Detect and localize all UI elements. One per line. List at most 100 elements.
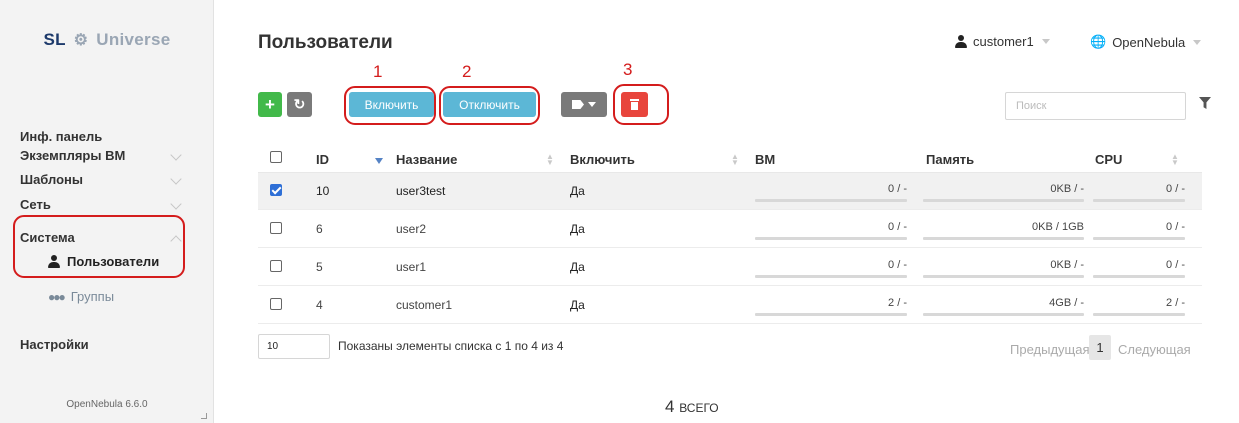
cell-cpu-quota: 0 / -: [1166, 221, 1185, 233]
annotation-number-1: 1: [373, 62, 383, 81]
sidebar-item-label: Инф. панель: [20, 129, 103, 144]
tag-icon: [572, 100, 584, 109]
cell-cpu-quota: 0 / -: [1166, 183, 1185, 195]
refresh-button[interactable]: ↻: [287, 92, 312, 117]
logo-sl-text: SL: [43, 30, 66, 49]
memory-quota-bar: [923, 199, 1084, 202]
cell-vm-quota: 0 / -: [888, 221, 907, 233]
logo-swirl-icon: ⚙: [73, 32, 89, 49]
search-placeholder: Поиск: [1016, 100, 1047, 112]
cell-name: user2: [396, 222, 427, 236]
user-name: customer1: [973, 34, 1034, 49]
sidebar-item-label: Экземпляры ВМ: [20, 148, 126, 163]
row-checkbox[interactable]: [270, 222, 282, 234]
cell-name: customer1: [396, 298, 453, 312]
add-user-button[interactable]: +: [258, 92, 282, 117]
sidebar-item-templates[interactable]: Шаблоны: [20, 172, 182, 187]
table-row[interactable]: 10 user3test Да 0 / - 0KB / - 0 / -: [258, 173, 1202, 210]
delete-button[interactable]: [621, 92, 648, 117]
vm-quota-bar: [755, 199, 907, 202]
cell-name: user3test: [396, 184, 446, 198]
user-icon: [48, 255, 60, 268]
table-row[interactable]: 4 customer1 Да 2 / - 4GB / - 2 / -: [258, 287, 1202, 324]
users-icon: ●●●: [48, 289, 66, 304]
total-count-value: 4: [665, 397, 675, 416]
version-label: OpenNebula 6.6.0: [66, 399, 148, 410]
sidebar-item-label: Настройки: [20, 337, 89, 352]
sort-icon: ▲ ▼: [1171, 152, 1179, 167]
row-checkbox[interactable]: [270, 298, 282, 310]
user-menu[interactable]: customer1: [955, 34, 1050, 49]
page-size-value: 10: [267, 341, 279, 352]
cell-id: 6: [316, 222, 323, 236]
enable-button[interactable]: Включить: [349, 92, 434, 117]
sidebar-item-dashboard[interactable]: Инф. панель: [20, 129, 102, 144]
labels-dropdown-button[interactable]: [561, 92, 607, 117]
filter-icon[interactable]: [1199, 97, 1211, 109]
cell-vm-quota: 0 / -: [888, 259, 907, 271]
search-input[interactable]: Поиск: [1005, 92, 1186, 120]
pagination-current-page[interactable]: 1: [1089, 335, 1111, 360]
table-row[interactable]: 6 user2 Да 0 / - 0KB / 1GB 0 / -: [258, 211, 1202, 248]
logo-universe-text: Universe: [96, 30, 171, 49]
column-header-vm[interactable]: ВМ: [755, 152, 775, 167]
sidebar-subitem-label: Группы: [70, 289, 115, 304]
cell-cpu-quota: 2 / -: [1166, 297, 1185, 309]
cell-memory-quota: 0KB / -: [1050, 183, 1084, 195]
annotation-number-3: 3: [623, 60, 633, 79]
sidebar-subitem-groups[interactable]: ●●● Группы: [48, 289, 114, 304]
cpu-quota-bar: [1093, 313, 1185, 316]
sidebar-item-system[interactable]: Система: [20, 230, 182, 247]
select-all-checkbox[interactable]: [270, 151, 282, 163]
pagination-next[interactable]: Следующая: [1118, 342, 1191, 357]
caret-down-icon: [588, 102, 596, 107]
resize-grip-icon[interactable]: [201, 413, 207, 419]
vm-quota-bar: [755, 237, 907, 240]
column-header-id[interactable]: ID: [316, 152, 329, 167]
column-header-memory[interactable]: Память: [926, 152, 974, 167]
row-checkbox[interactable]: [270, 184, 282, 196]
sidebar-subitem-label: Пользователи: [67, 254, 160, 269]
cell-id: 4: [316, 298, 323, 312]
cell-vm-quota: 2 / -: [888, 297, 907, 309]
cell-id: 5: [316, 260, 323, 274]
vm-quota-bar: [755, 313, 907, 316]
column-header-name[interactable]: Название: [396, 152, 457, 167]
column-header-cpu[interactable]: CPU: [1095, 152, 1122, 167]
sidebar-subitem-users[interactable]: Пользователи: [48, 254, 159, 269]
sidebar: SL ⚙ Universe Инф. панель Экземпляры ВМ …: [0, 0, 214, 423]
cell-enabled: Да: [570, 184, 585, 198]
zone-name: OpenNebula: [1112, 34, 1186, 50]
globe-icon: 🌐: [1090, 34, 1107, 49]
sort-icon: ▲ ▼: [546, 152, 554, 167]
sidebar-item-vms[interactable]: Экземпляры ВМ: [20, 148, 182, 163]
cpu-quota-bar: [1093, 275, 1185, 278]
sort-icon: ▲ ▼: [731, 152, 739, 167]
page-size-select[interactable]: 10: [258, 334, 330, 359]
trash-icon: [630, 99, 639, 110]
sidebar-item-settings[interactable]: Настройки: [20, 337, 89, 352]
column-header-enabled[interactable]: Включить: [570, 152, 635, 167]
pagination-previous[interactable]: Предыдущая: [1010, 342, 1090, 357]
sidebar-item-network[interactable]: Сеть: [20, 197, 182, 212]
cell-vm-quota: 0 / -: [888, 183, 907, 195]
sidebar-item-label: Сеть: [20, 197, 51, 212]
cell-memory-quota: 0KB / -: [1050, 259, 1084, 271]
refresh-icon: ↻: [293, 96, 306, 112]
table-row[interactable]: 5 user1 Да 0 / - 0KB / - 0 / -: [258, 249, 1202, 286]
memory-quota-bar: [923, 313, 1084, 316]
disable-button[interactable]: Отключить: [443, 92, 536, 117]
chevron-up-icon: [170, 235, 182, 247]
cpu-quota-bar: [1093, 199, 1185, 202]
showing-info: Показаны элементы списка с 1 по 4 из 4: [338, 339, 564, 353]
zone-menu[interactable]: 🌐 OpenNebula: [1090, 34, 1202, 50]
app-logo[interactable]: SL ⚙ Universe: [0, 30, 214, 50]
user-icon: [955, 35, 967, 48]
cell-id: 10: [316, 184, 330, 198]
sidebar-item-label: Система: [20, 230, 75, 245]
cpu-quota-bar: [1093, 237, 1185, 240]
memory-quota-bar: [923, 237, 1084, 240]
vm-quota-bar: [755, 275, 907, 278]
memory-quota-bar: [923, 275, 1084, 278]
row-checkbox[interactable]: [270, 260, 282, 272]
